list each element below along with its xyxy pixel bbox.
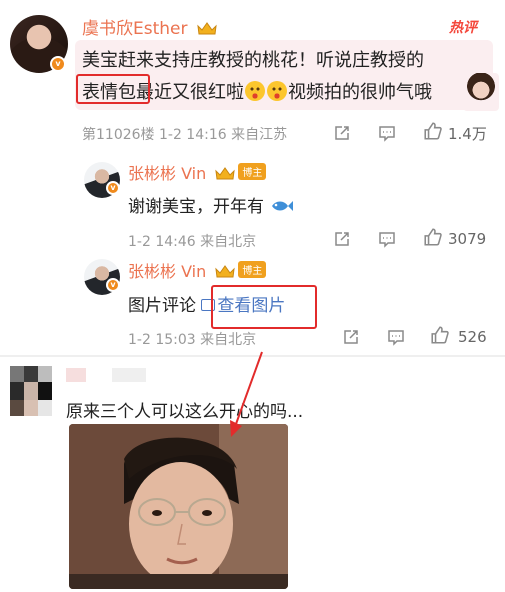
highlight-box: [76, 74, 150, 104]
tongue-emoji-icon: [245, 81, 265, 101]
tongue-emoji-icon: [267, 81, 287, 101]
reply-meta: 1-2 14:46 来自北京: [128, 234, 257, 250]
username-esther[interactable]: 虞书欣Esther: [82, 14, 218, 39]
share-icon[interactable]: [333, 124, 351, 142]
reply-meta: 1-2 15:03 来自北京: [128, 332, 257, 348]
share-icon[interactable]: [342, 328, 360, 346]
fish-icon: [272, 201, 294, 211]
username-text: 张彬彬 Vin: [128, 164, 207, 183]
blogger-badge: 博主: [238, 163, 267, 180]
verified-badge-icon: v: [106, 278, 120, 292]
post-photo[interactable]: [69, 424, 288, 589]
share-icon[interactable]: [333, 230, 351, 248]
post-text: 原来三个人可以这么开心的吗...: [66, 402, 304, 422]
like-count: 526: [458, 328, 487, 346]
comment-icon[interactable]: [378, 124, 396, 142]
comment-meta: 第11026楼 1-2 14:16 来自江苏: [82, 127, 288, 143]
crown-icon: [215, 167, 236, 180]
comment-icon[interactable]: [387, 328, 405, 346]
like-count: 3079: [448, 230, 487, 248]
reply-text: 谢谢美宝，开年有: [128, 192, 294, 217]
like-icon[interactable]: [423, 227, 443, 247]
hot-comment-tag: 热评: [449, 20, 477, 36]
divider: [0, 355, 505, 357]
pixelated-username: [66, 368, 146, 382]
username-vin[interactable]: 张彬彬 Vin 博主: [128, 258, 267, 282]
sticker-girl: [463, 73, 499, 111]
username-text: 张彬彬 Vin: [128, 262, 207, 281]
comment-line-1: 美宝赶来支持庄教授的桃花！听说庄教授的: [82, 50, 424, 71]
blogger-badge: 博主: [238, 261, 267, 278]
like-count: 1.4万: [448, 125, 487, 143]
crown-icon: [215, 265, 236, 278]
verified-badge-icon: v: [50, 56, 66, 72]
pixelated-avatar[interactable]: [10, 366, 52, 416]
photo-content: [69, 424, 288, 589]
like-icon[interactable]: [430, 325, 450, 345]
verified-badge-icon: v: [106, 181, 120, 195]
username-text: 虞书欣Esther: [82, 19, 188, 39]
username-vin[interactable]: 张彬彬 Vin 博主: [128, 160, 267, 184]
comment-icon[interactable]: [378, 230, 396, 248]
crown-icon: [197, 22, 217, 35]
like-icon[interactable]: [423, 121, 443, 141]
highlight-box: [211, 285, 317, 329]
